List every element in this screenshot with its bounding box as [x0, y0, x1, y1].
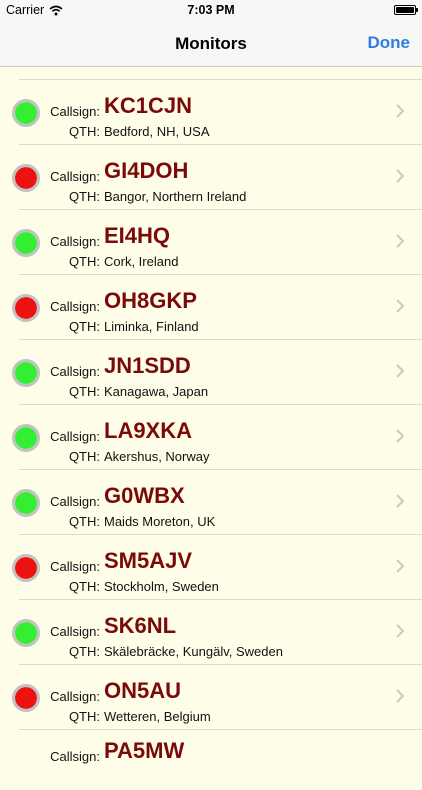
chevron-right-icon	[396, 624, 404, 638]
qth-label: QTH:	[68, 254, 100, 269]
qth-value: Cork, Ireland	[104, 254, 179, 269]
qth-value: Liminka, Finland	[104, 319, 199, 334]
battery-icon	[394, 5, 418, 15]
callsign-value: LA9XKA	[104, 418, 193, 443]
qth-value: Bangor, Northern Ireland	[104, 189, 247, 204]
qth-value: Maids Moreton, UK	[104, 514, 216, 529]
qth-label: QTH:	[68, 189, 100, 204]
callsign-label: Callsign:	[50, 104, 100, 119]
callsign-value: G0WBX	[104, 483, 185, 508]
qth-label: QTH:	[68, 644, 100, 659]
callsign-value: ON5AU	[104, 678, 182, 703]
page-title: Monitors	[175, 34, 247, 53]
status-indicator-icon	[12, 99, 40, 127]
qth-label: QTH:	[68, 514, 100, 529]
callsign-label: Callsign:	[50, 169, 100, 184]
navigation-bar: Monitors Done	[0, 22, 422, 66]
status-bar: Carrier 7:03 PM	[0, 0, 422, 22]
callsign-value: KC1CJN	[104, 93, 193, 118]
list-item[interactable]: Callsign: SM5AJV QTH: Stockholm, Sweden	[0, 535, 422, 600]
top-chrome: Carrier 7:03 PM Monitors Done	[0, 0, 422, 67]
callsign-label: Callsign:	[50, 689, 100, 704]
chevron-right-icon	[396, 169, 404, 183]
status-indicator-icon	[12, 489, 40, 517]
qth-label: QTH:	[68, 449, 100, 464]
status-indicator-icon	[12, 164, 40, 192]
list-item-partial[interactable]: Callsign: PA5MW	[0, 725, 422, 790]
callsign-value: JN1SDD	[104, 353, 191, 378]
callsign-label: Callsign:	[50, 559, 100, 574]
list-item[interactable]: Callsign: OH8GKP QTH: Liminka, Finland	[0, 275, 422, 340]
chevron-right-icon	[396, 559, 404, 573]
chevron-right-icon	[396, 104, 404, 118]
qth-value: Kanagawa, Japan	[104, 384, 209, 399]
qth-label: QTH:	[68, 319, 100, 334]
list-item[interactable]: Callsign: GI4DOH QTH: Bangor, Northern I…	[0, 145, 422, 210]
callsign-value: SM5AJV	[104, 548, 193, 573]
list-item[interactable]: Callsign: EI4HQ QTH: Cork, Ireland	[0, 210, 422, 275]
status-time: 7:03 PM	[187, 3, 235, 17]
list-item[interactable]: Callsign: G0WBX QTH: Maids Moreton, UK	[0, 470, 422, 535]
qth-value: Akershus, Norway	[104, 449, 210, 464]
chevron-right-icon	[396, 299, 404, 313]
qth-label: QTH:	[68, 579, 100, 594]
chevron-right-icon	[396, 364, 404, 378]
list-item[interactable]: Callsign: KC1CJN QTH: Bedford, NH, USA	[0, 80, 422, 145]
list-item[interactable]: Callsign: SK6NL QTH: Skälebräcke, Kungäl…	[0, 600, 422, 665]
status-indicator-icon	[12, 424, 40, 452]
callsign-label: Callsign:	[50, 749, 100, 764]
callsign-label: Callsign:	[50, 429, 100, 444]
qth-label: QTH:	[68, 384, 100, 399]
status-indicator-icon	[12, 684, 40, 712]
qth-value: Skälebräcke, Kungälv, Sweden	[104, 644, 283, 659]
chevron-right-icon	[396, 689, 404, 703]
chevron-right-icon	[396, 429, 404, 443]
callsign-label: Callsign:	[50, 624, 100, 639]
list-item[interactable]: Callsign: JN1SDD QTH: Kanagawa, Japan	[0, 340, 422, 405]
chevron-right-icon	[396, 234, 404, 248]
status-indicator-icon	[12, 294, 40, 322]
list-item[interactable]: Callsign: ON5AU QTH: Wetteren, Belgium	[0, 665, 422, 730]
qth-value: Bedford, NH, USA	[104, 124, 210, 139]
qth-label: QTH:	[68, 124, 100, 139]
callsign-label: Callsign:	[50, 234, 100, 249]
monitor-list[interactable]: Callsign: KC1CJN QTH: Bedford, NH, USA C…	[0, 0, 422, 764]
callsign-label: Callsign:	[50, 299, 100, 314]
done-button[interactable]: Done	[368, 33, 411, 53]
status-indicator-icon	[12, 359, 40, 387]
status-indicator-icon	[12, 619, 40, 647]
callsign-value: GI4DOH	[104, 158, 189, 183]
list-item[interactable]: Callsign: LA9XKA QTH: Akershus, Norway	[0, 405, 422, 470]
status-indicator-icon	[12, 554, 40, 582]
qth-value: Wetteren, Belgium	[104, 709, 211, 724]
status-indicator-icon	[12, 229, 40, 257]
chevron-right-icon	[396, 494, 404, 508]
callsign-value: SK6NL	[104, 613, 177, 638]
callsign-value: PA5MW	[104, 738, 185, 763]
qth-value: Stockholm, Sweden	[104, 579, 219, 594]
callsign-value: OH8GKP	[104, 288, 197, 313]
callsign-label: Callsign:	[50, 364, 100, 379]
qth-label: QTH:	[68, 709, 100, 724]
callsign-value: EI4HQ	[104, 223, 171, 248]
callsign-label: Callsign:	[50, 494, 100, 509]
